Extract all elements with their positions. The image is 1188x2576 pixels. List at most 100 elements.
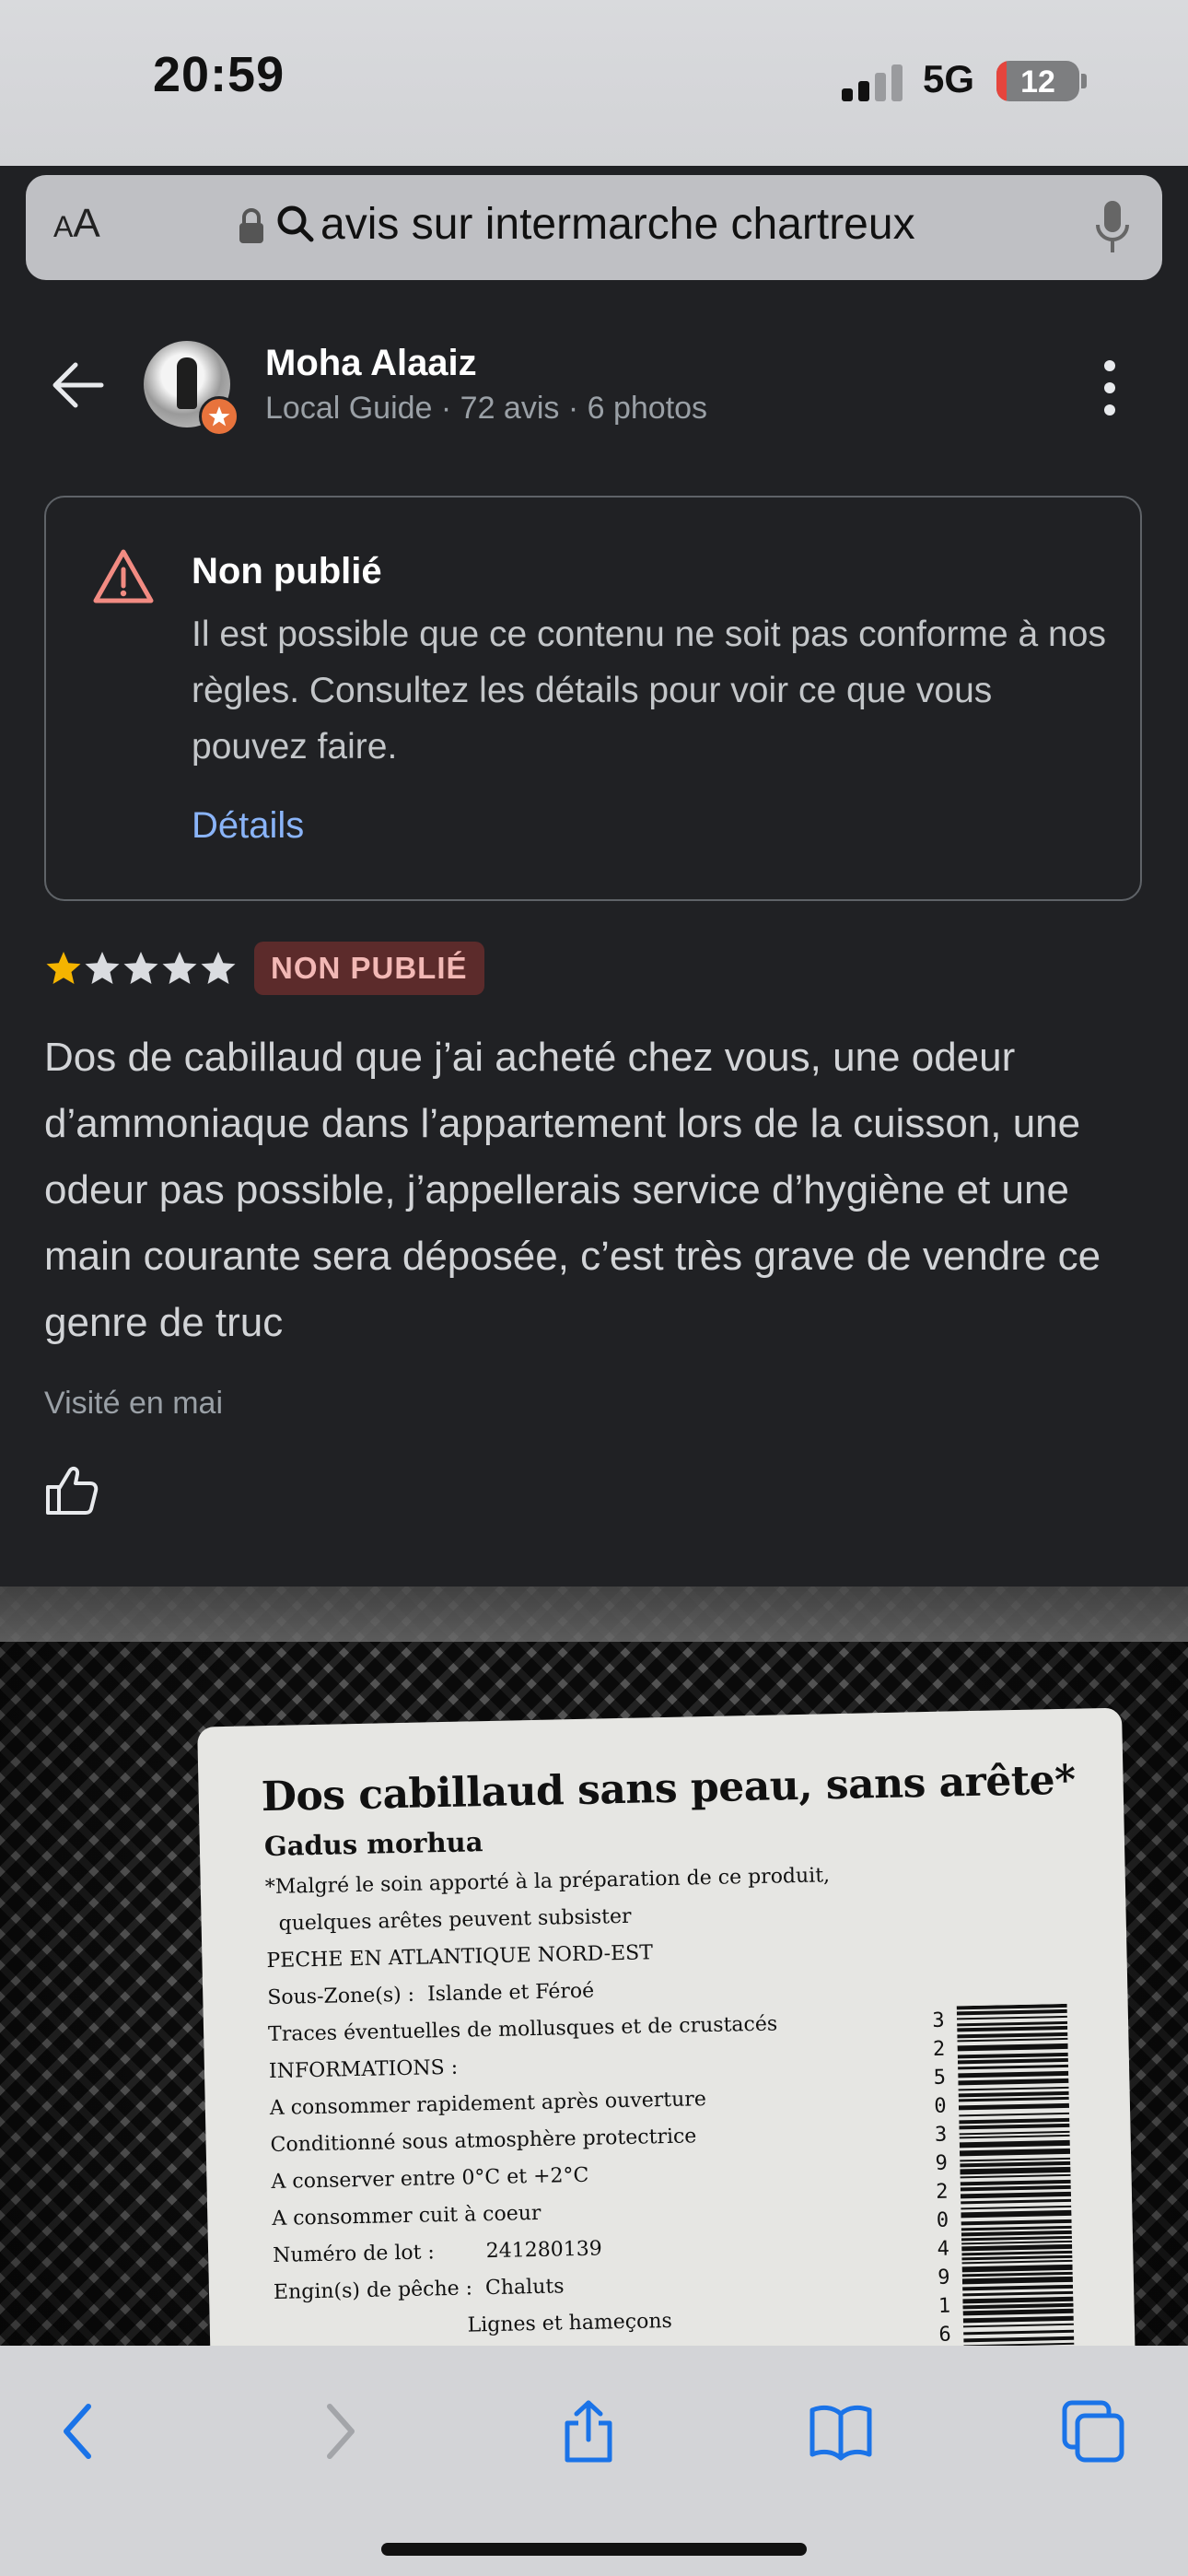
- network-type: 5G: [923, 57, 975, 100]
- barcode-bar: [958, 2078, 1069, 2086]
- barcode-digit: 2: [932, 2037, 946, 2061]
- barcode-bar: [959, 2117, 1070, 2125]
- thumbs-up-icon[interactable]: [44, 1463, 99, 1518]
- barcode-digit: 4: [937, 2237, 950, 2261]
- barcode-bar: [960, 2166, 1071, 2175]
- visit-date: Visité en mai: [44, 1386, 224, 1421]
- user-name[interactable]: Moha Alaaiz: [265, 343, 477, 384]
- barcode-bar: [958, 2064, 1069, 2070]
- label-details: *Malgré le soin apporté à la préparation…: [264, 1857, 839, 2346]
- review-photo[interactable]: Dos cabillaud sans peau, sans arête* Gad…: [0, 1587, 1188, 2346]
- barcode-bar: [960, 2160, 1071, 2168]
- barcode-digit: 0: [934, 2094, 947, 2118]
- barcode: [956, 2003, 1075, 2346]
- barcode-bar: [961, 2235, 1072, 2242]
- barcode-bar: [959, 2123, 1070, 2130]
- review-text: Dos de cabillaud que j’ai acheté chez vo…: [44, 1035, 1101, 1345]
- barcode-bar: [961, 2271, 1073, 2277]
- barcode-bar: [959, 2148, 1071, 2157]
- barcode-digit: 9: [935, 2151, 949, 2175]
- notice-title: Non publié: [192, 551, 382, 591]
- barcode-bar: [961, 2259, 1073, 2265]
- star-empty-icon: [162, 952, 197, 984]
- battery-cap: [1081, 74, 1087, 88]
- barcode-digit: 3: [934, 2123, 948, 2147]
- label-latin-name: Gadus morhua: [263, 1826, 483, 1863]
- search-icon: [277, 205, 314, 242]
- forward-icon[interactable]: [306, 2399, 370, 2464]
- back-icon[interactable]: [48, 2399, 112, 2464]
- barcode-bar: [958, 2086, 1069, 2091]
- barcode-bar: [962, 2315, 1074, 2324]
- barcode-digit: 1: [938, 2294, 951, 2318]
- battery-icon: 12: [996, 61, 1079, 101]
- barcode-digit: 0: [936, 2208, 949, 2232]
- tabs-icon[interactable]: [1061, 2399, 1125, 2464]
- more-options-icon[interactable]: [1098, 357, 1122, 418]
- barcode-digit: 6: [938, 2323, 952, 2346]
- barcode-bar: [961, 2205, 1072, 2210]
- barcode-bar: [962, 2302, 1074, 2310]
- barcode-bar: [958, 2102, 1070, 2111]
- status-badge: NON PUBLIÉ: [254, 942, 484, 995]
- address-bar[interactable]: AA avis sur intermarche chartreux: [26, 175, 1162, 280]
- barcode-digit: 9: [937, 2266, 950, 2289]
- star-empty-icon: [201, 952, 236, 984]
- product-label: Dos cabillaud sans peau, sans arête* Gad…: [197, 1707, 1136, 2346]
- barcode-bar: [960, 2173, 1071, 2179]
- notice-body: Il est possible que ce contenu ne soit p…: [192, 615, 1106, 767]
- back-arrow-icon[interactable]: [50, 361, 105, 409]
- barcode-bar: [957, 2025, 1068, 2032]
- lock-icon: [239, 208, 263, 243]
- bookmarks-icon[interactable]: [809, 2399, 873, 2464]
- barcode-bar: [960, 2184, 1071, 2192]
- barcode-bar: [957, 2037, 1068, 2043]
- barcode-bar: [957, 2043, 1068, 2052]
- warning-icon: [93, 549, 154, 603]
- barcode-bar: [958, 2090, 1069, 2098]
- barcode-bar: [961, 2209, 1072, 2219]
- share-icon[interactable]: [556, 2399, 621, 2464]
- barcode-bar: [963, 2336, 1075, 2343]
- barcode-bar: [962, 2290, 1074, 2297]
- reader-aa-button[interactable]: AA: [53, 201, 100, 247]
- barcode-number: 3250392049164: [924, 2006, 961, 2346]
- label-title: Dos cabillaud sans peau, sans arête*: [261, 1756, 1077, 1821]
- star-filled-icon: [46, 952, 81, 984]
- barcode-bar: [957, 2032, 1068, 2039]
- barcode-bar: [961, 2240, 1073, 2245]
- local-guide-star-icon: [199, 396, 239, 437]
- signal-icon: [842, 64, 903, 101]
- details-link[interactable]: Détails: [192, 805, 304, 847]
- user-meta: Local Guide · 72 avis · 6 photos: [265, 391, 708, 426]
- barcode-bar: [961, 2254, 1073, 2261]
- barcode-bar: [961, 2276, 1073, 2285]
- home-indicator: [381, 2543, 807, 2556]
- barcode-bar: [961, 2230, 1072, 2237]
- barcode-bar: [959, 2112, 1070, 2117]
- barcode-digit: 2: [936, 2180, 949, 2204]
- not-published-notice: Non publié Il est possible que ce conten…: [44, 496, 1142, 901]
- barcode-bar: [959, 2130, 1070, 2136]
- barcode-bar: [961, 2219, 1072, 2226]
- status-time: 20:59: [153, 47, 285, 102]
- photo-shade: [0, 1587, 1188, 1642]
- barcode-bar: [961, 2225, 1072, 2231]
- star-empty-icon: [85, 952, 120, 984]
- safari-toolbar: [0, 2346, 1188, 2576]
- barcode-bar: [960, 2157, 1071, 2162]
- barcode-bar: [962, 2308, 1074, 2316]
- mic-icon[interactable]: [1094, 199, 1131, 256]
- barcode-bar: [961, 2250, 1073, 2256]
- barcode-bar: [959, 2134, 1070, 2139]
- barcode-bar: [959, 2139, 1070, 2149]
- barcode-bar: [958, 2070, 1069, 2078]
- url-text[interactable]: avis sur intermarche chartreux: [320, 199, 915, 250]
- barcode-digit: 3: [932, 2008, 945, 2032]
- avatar-figure: [177, 357, 197, 409]
- star-rating: [44, 949, 238, 989]
- barcode-bar: [962, 2296, 1074, 2304]
- barcode-bar: [957, 2057, 1068, 2065]
- barcode-bar: [962, 2284, 1074, 2291]
- barcode-bar: [956, 2003, 1067, 2010]
